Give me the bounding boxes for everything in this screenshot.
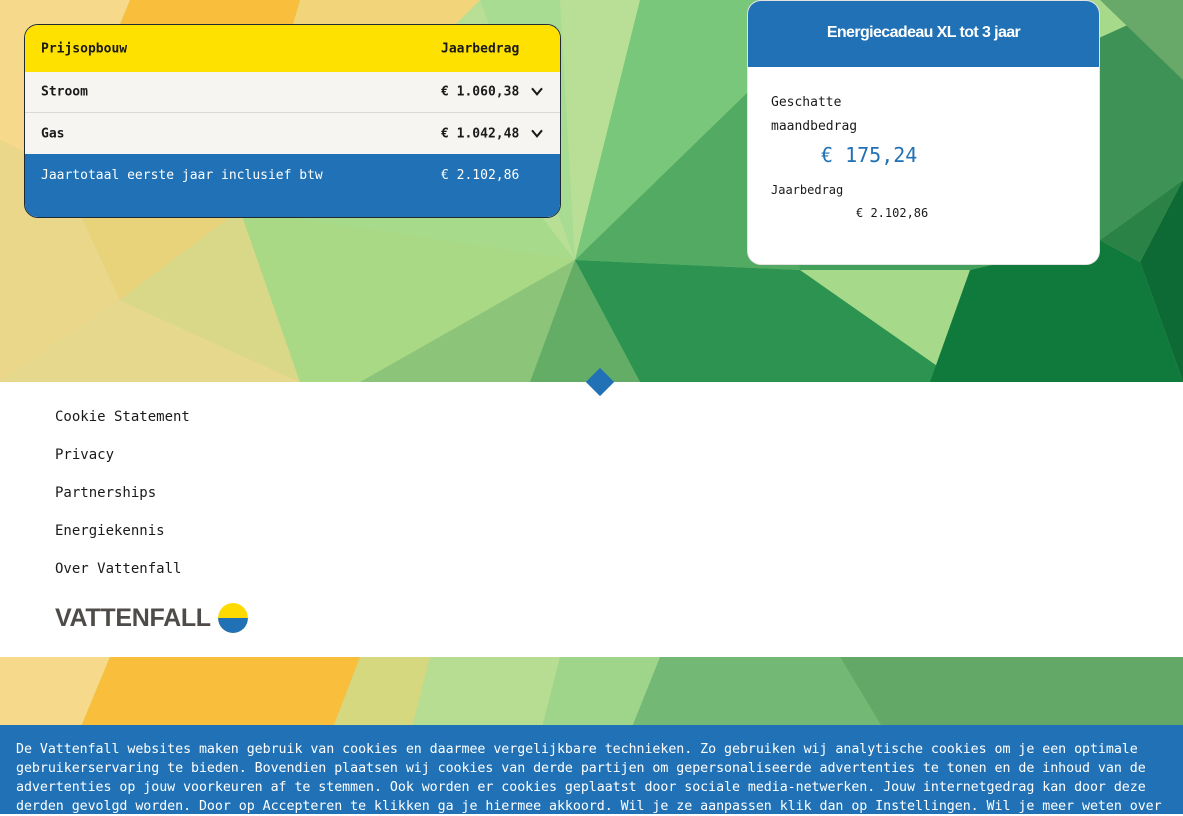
- header-amount-label: Jaarbedrag: [441, 41, 520, 56]
- footer-link-partnerships[interactable]: Partnerships: [55, 474, 190, 512]
- row-amount: € 1.060,38: [441, 84, 520, 100]
- footer-link-energiekennis[interactable]: Energiekennis: [55, 512, 190, 550]
- price-row-gas[interactable]: Gas € 1.042,48: [25, 113, 560, 154]
- footer-link-privacy[interactable]: Privacy: [55, 436, 190, 474]
- price-table-header: Prijsopbouw Jaarbedrag: [25, 25, 560, 72]
- header-label: Prijsopbouw: [41, 41, 128, 56]
- price-breakdown-card: Prijsopbouw Jaarbedrag Stroom € 1.060,38…: [24, 24, 561, 218]
- chevron-down-icon[interactable]: [530, 84, 544, 98]
- vattenfall-logo[interactable]: VATTENFALL: [55, 603, 248, 633]
- offer-title: Energiecadeau XL tot 3 jaar: [748, 1, 1099, 67]
- monthly-label-line2: maandbedrag: [771, 119, 858, 134]
- footer-link-cookie-statement[interactable]: Cookie Statement: [55, 398, 190, 436]
- footer-links: Cookie Statement Privacy Partnerships En…: [55, 398, 190, 588]
- yearly-label: Jaarbedrag: [771, 183, 844, 197]
- logo-text: VATTENFALL: [55, 603, 211, 632]
- vattenfall-logo-icon: [217, 603, 248, 633]
- price-row-stroom[interactable]: Stroom € 1.060,38: [25, 72, 560, 113]
- offer-card: Energiecadeau XL tot 3 jaar Geschatte ma…: [747, 0, 1100, 265]
- yearly-amount: € 2.102,86: [856, 206, 929, 220]
- row-amount: € 1.042,48: [441, 126, 520, 141]
- monthly-amount: € 175,24: [821, 143, 918, 167]
- monthly-label-line1: Geschatte: [771, 95, 842, 110]
- row-label: Gas: [41, 126, 65, 141]
- chevron-down-icon[interactable]: [530, 126, 544, 140]
- row-label: Stroom: [41, 84, 88, 100]
- price-total-row: Jaartotaal eerste jaar inclusief btw € 2…: [25, 154, 560, 217]
- footer-link-over-vattenfall[interactable]: Over Vattenfall: [55, 550, 190, 588]
- cookie-banner: De Vattenfall websites maken gebruik van…: [0, 725, 1183, 814]
- total-label: Jaartotaal eerste jaar inclusief btw: [41, 168, 323, 183]
- cookie-banner-text: De Vattenfall websites maken gebruik van…: [16, 742, 1162, 814]
- total-amount: € 2.102,86: [441, 168, 520, 183]
